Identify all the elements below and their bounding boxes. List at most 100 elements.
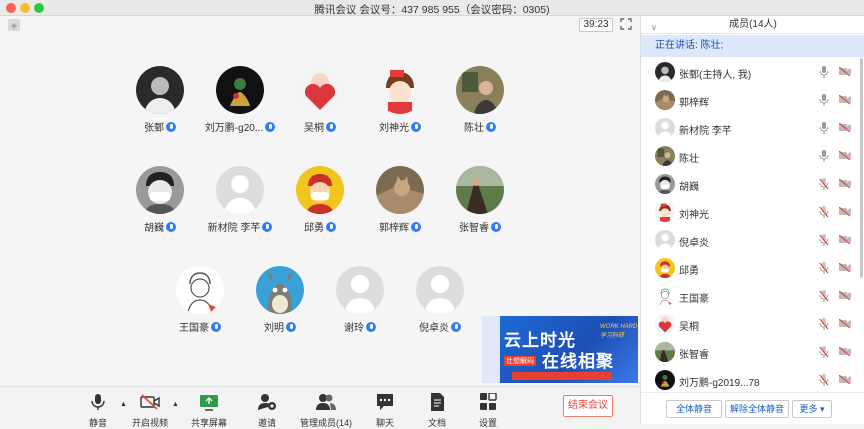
participant-tile[interactable]: 郭梓辉 <box>360 166 440 234</box>
participant-name: 郭梓辉 <box>379 223 409 234</box>
participant-tile[interactable]: 刘明 <box>240 266 320 334</box>
participant-tile[interactable]: 谢玲 <box>320 266 400 334</box>
member-avatar <box>655 286 675 306</box>
members-panel: ∨ 成员(14人) 正在讲话: 陈壮; 张鄄(主持人, 我) 郭梓辉 新材院 李芊陈… <box>640 16 864 424</box>
participant-name-row: 张鄄 <box>144 119 176 134</box>
microphone-muted-icon[interactable] <box>819 206 829 218</box>
start-video-label: 开启视频 <box>131 418 168 428</box>
settings-grid-icon <box>480 392 497 410</box>
microphone-muted-icon[interactable] <box>819 290 829 302</box>
security-shield-icon[interactable]: ◈ <box>8 19 20 31</box>
member-row[interactable]: 刘万鹏-g2019...78 <box>641 366 864 394</box>
participant-name-row: 王国豪 <box>179 319 221 334</box>
participant-name: 谢玲 <box>344 323 364 334</box>
end-meeting-button[interactable]: 结束会议 <box>563 395 613 417</box>
member-row[interactable]: 王国豪 <box>641 282 864 310</box>
microphone-muted-icon[interactable] <box>819 374 829 386</box>
member-name: 吴桐 <box>679 322 699 333</box>
video-off-icon[interactable] <box>839 375 851 384</box>
participant-name-row: 胡巍 <box>144 219 176 234</box>
member-name: 胡巍 <box>679 182 699 193</box>
member-row[interactable]: 胡巍 <box>641 170 864 198</box>
fullscreen-icon[interactable] <box>620 18 632 30</box>
mute-all-button[interactable]: 全体静音 <box>666 400 722 418</box>
member-row[interactable]: 邱勇 <box>641 254 864 282</box>
microphone-icon[interactable] <box>819 122 829 134</box>
participant-avatar <box>136 166 184 214</box>
screen-share-line2: 在线相聚 <box>542 352 614 371</box>
participant-avatar <box>456 66 504 114</box>
chat-icon <box>377 394 393 410</box>
mic-status-icon <box>265 121 276 132</box>
member-row[interactable]: 新材院 李芊 <box>641 114 864 142</box>
member-row[interactable]: 张鄄(主持人, 我) <box>641 58 864 86</box>
video-off-icon[interactable] <box>839 123 851 132</box>
participant-name: 陈壮 <box>464 123 484 134</box>
participant-avatar <box>136 66 184 114</box>
unmute-all-button[interactable]: 解除全体静音 <box>725 400 789 418</box>
chat-label: 聊天 <box>375 418 394 428</box>
video-off-icon[interactable] <box>839 291 851 300</box>
participant-tile[interactable]: 陈壮 <box>440 66 520 134</box>
participant-tile[interactable]: 邱勇 <box>280 166 360 234</box>
video-off-icon[interactable] <box>839 179 851 188</box>
member-name: 刘万鹏-g2019...78 <box>679 378 760 389</box>
microphone-icon[interactable] <box>819 66 829 78</box>
participant-tile[interactable]: 胡巍 <box>120 166 200 234</box>
participant-name-row: 刘明 <box>264 319 296 334</box>
participant-tile[interactable]: 新材院 李芊 <box>200 166 280 234</box>
document-icon <box>431 393 444 411</box>
participant-name: 邱勇 <box>304 223 324 234</box>
title-bar: 腾讯会议 会议号：437 985 955（会议密码：0305) <box>0 0 864 16</box>
video-off-icon[interactable] <box>839 319 851 328</box>
microphone-icon[interactable] <box>819 94 829 106</box>
participant-name: 王国豪 <box>179 323 209 334</box>
member-row[interactable]: 倪卓炎 <box>641 226 864 254</box>
participant-avatar <box>456 166 504 214</box>
microphone-muted-icon[interactable] <box>819 262 829 274</box>
video-off-icon[interactable] <box>839 95 851 104</box>
participant-avatar <box>296 166 344 214</box>
screen-share-thumbnail[interactable]: 云上时光 在线相聚 WORK HARD 学习科研 壮想解闷 <box>482 316 638 383</box>
participant-tile[interactable]: 张智睿 <box>440 166 520 234</box>
microphone-muted-icon[interactable] <box>819 234 829 246</box>
member-row[interactable]: 张智睿 <box>641 338 864 366</box>
mic-status-icon <box>491 221 501 232</box>
member-name: 陈壮 <box>679 154 699 165</box>
member-avatar <box>655 174 675 194</box>
video-off-icon[interactable] <box>839 151 851 160</box>
video-off-icon[interactable] <box>839 235 851 244</box>
participant-tile[interactable]: 王国豪 <box>160 266 240 334</box>
video-off-icon[interactable] <box>839 67 851 76</box>
video-off-icon[interactable] <box>839 347 851 356</box>
participant-tile[interactable]: 刘万鹏-g20... <box>200 66 280 134</box>
microphone-icon[interactable] <box>819 150 829 162</box>
meeting-toolbar: 静音 ▲ 开启视频 ▲ 共享屏幕 邀请 管理成员(14) 聊天 文档 设置 结束… <box>0 386 640 428</box>
video-off-icon[interactable] <box>839 263 851 272</box>
participant-tile[interactable]: 刘神光 <box>360 66 440 134</box>
participant-tile[interactable]: 张鄄 <box>120 66 200 134</box>
participant-name-row: 倪卓炎 <box>419 319 461 334</box>
microphone-muted-icon[interactable] <box>819 318 829 330</box>
microphone-muted-icon[interactable] <box>819 178 829 190</box>
participant-name: 新材院 李芊 <box>207 223 261 234</box>
more-button[interactable]: 更多 ▾ <box>792 400 832 418</box>
participant-avatar <box>336 266 384 314</box>
member-row[interactable]: 陈壮 <box>641 142 864 170</box>
member-row[interactable]: 吴桐 <box>641 310 864 338</box>
participant-name: 刘神光 <box>379 123 409 134</box>
participant-avatar <box>256 266 304 314</box>
add-user-icon <box>258 394 276 410</box>
participant-tile[interactable]: 倪卓炎 <box>400 266 480 334</box>
meeting-main-area: ◈ 39:23 张鄄 刘万鹏-g20... 吴桐 刘神光 陈壮 胡巍 新材院 李芊 邱勇 郭梓辉… <box>0 16 640 386</box>
member-row[interactable]: 郭梓辉 <box>641 86 864 114</box>
member-row[interactable]: 刘神光 <box>641 198 864 226</box>
member-name: 新材院 李芊 <box>679 126 732 137</box>
microphone-muted-icon[interactable] <box>819 346 829 358</box>
participant-name-row: 谢玲 <box>344 319 376 334</box>
participant-name-row: 新材院 李芊 <box>208 219 273 234</box>
members-scrollbar[interactable] <box>860 58 863 278</box>
video-options-caret-icon[interactable]: ▲ <box>172 401 179 408</box>
video-off-icon[interactable] <box>839 207 851 216</box>
participant-tile[interactable]: 吴桐 <box>280 66 360 134</box>
